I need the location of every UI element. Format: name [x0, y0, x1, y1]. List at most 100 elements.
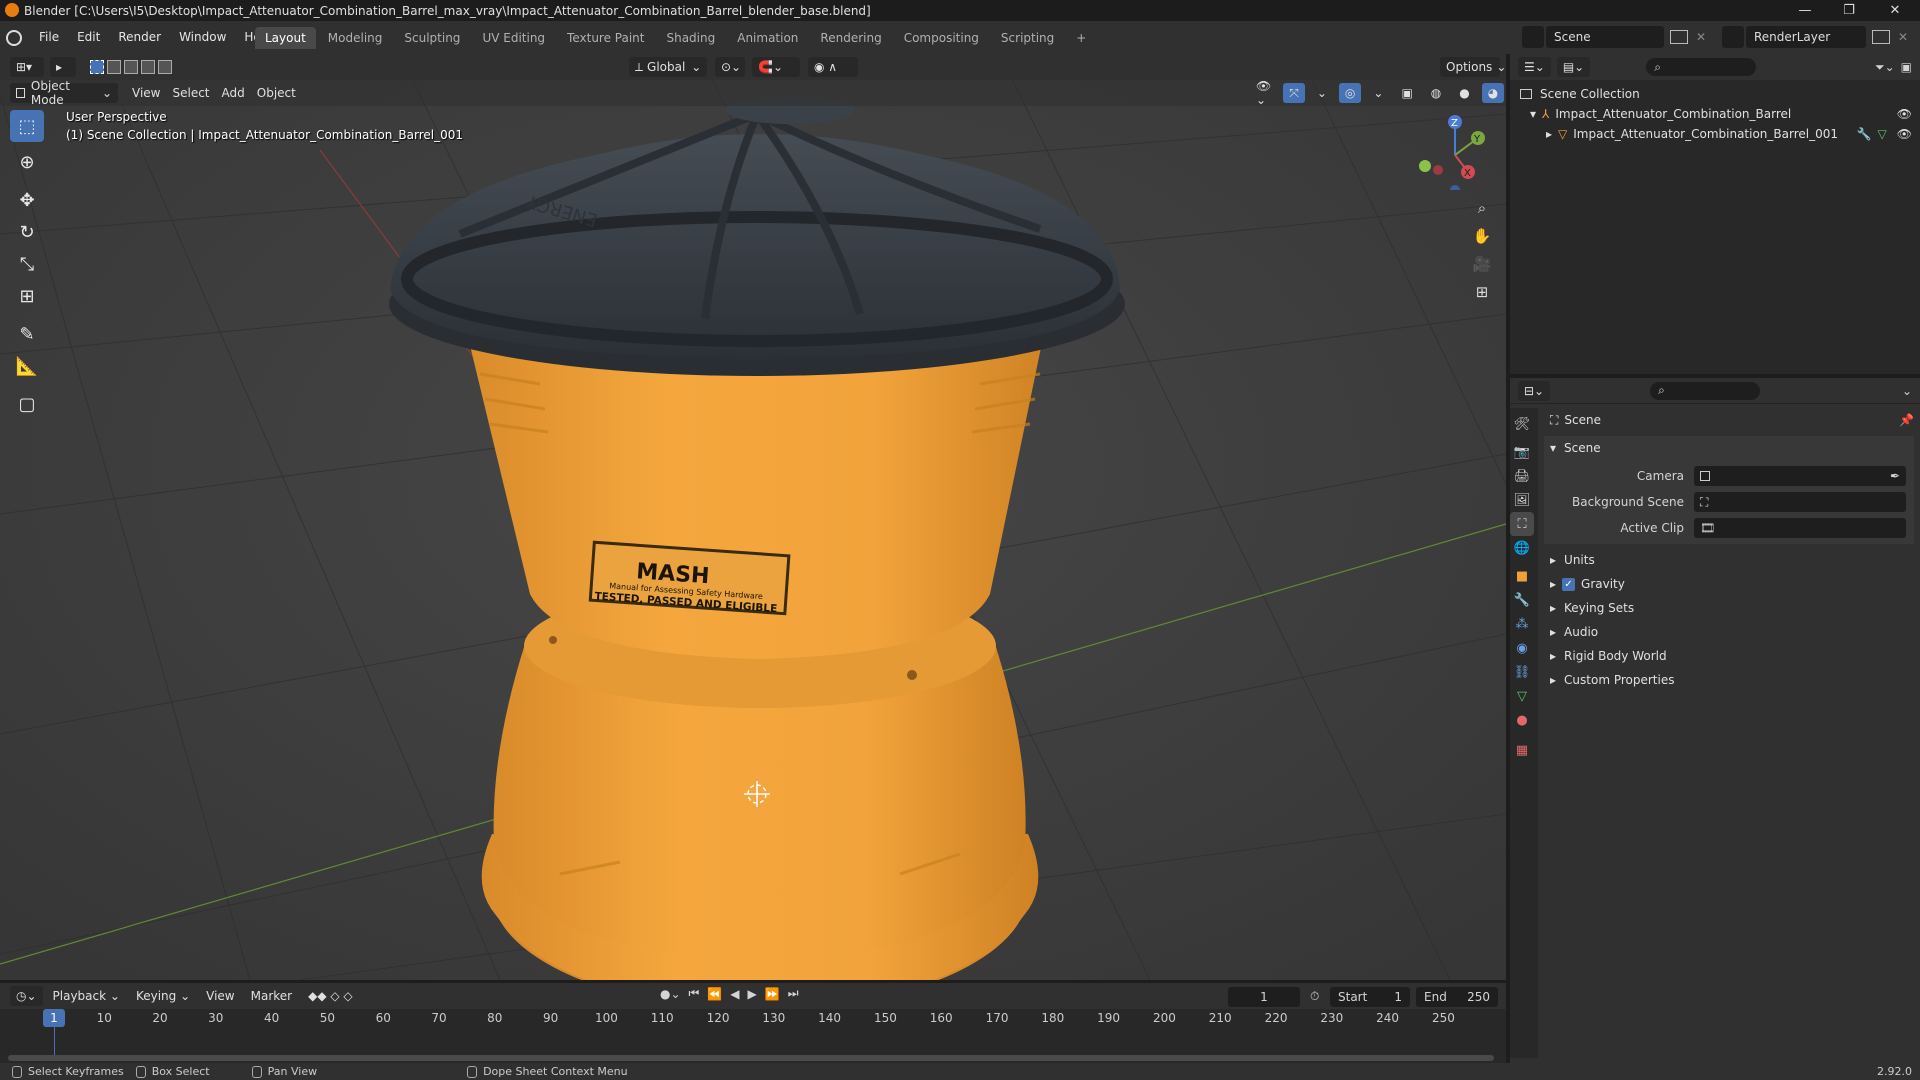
visibility-icon[interactable]: 👁⌄: [1250, 79, 1277, 107]
new-collection-icon[interactable]: ▣: [1901, 60, 1912, 74]
shading-solid-icon[interactable]: ●: [1453, 83, 1475, 103]
blender-menu-icon[interactable]: [6, 29, 22, 46]
end-frame-field[interactable]: End 250: [1416, 987, 1498, 1007]
scene-selector[interactable]: Scene: [1546, 26, 1664, 48]
move-tool-icon[interactable]: ✥: [10, 184, 44, 216]
tab-animation[interactable]: Animation: [727, 27, 808, 49]
tab-layout[interactable]: Layout: [255, 27, 316, 49]
annotate-tool-icon[interactable]: ✎: [10, 318, 44, 350]
menu-edit[interactable]: Edit: [68, 21, 109, 54]
gizmo-dropdown-icon[interactable]: ⌄: [1311, 83, 1333, 103]
overlay-dropdown-icon[interactable]: ⌄: [1367, 83, 1389, 103]
tab-modeling[interactable]: Modeling: [318, 27, 393, 49]
select-intersect-icon[interactable]: [158, 60, 172, 74]
menu-add[interactable]: Add: [216, 83, 251, 103]
menu-window[interactable]: Window: [170, 21, 235, 54]
outliner-editor-icon[interactable]: ☰⌄: [1518, 57, 1551, 77]
gizmo-toggle-icon[interactable]: ⤧: [1283, 83, 1305, 103]
tab-texture-icon[interactable]: ▦: [1510, 738, 1534, 762]
stopwatch-icon[interactable]: ⏱: [1310, 989, 1319, 1004]
next-keyframe-icon[interactable]: ⏩: [765, 987, 780, 1001]
active-clip-field[interactable]: 🎞: [1694, 518, 1906, 538]
camera-field[interactable]: ✒: [1694, 466, 1906, 486]
overlay-toggle-icon[interactable]: ◎: [1338, 83, 1362, 103]
tab-view-layer-icon[interactable]: 🖼: [1510, 488, 1534, 512]
panel-custom-properties[interactable]: ▸ Custom Properties: [1544, 668, 1914, 692]
transform-orientation-dropdown[interactable]: ⟂ Global ⌄: [629, 57, 707, 77]
menu-object[interactable]: Object: [251, 83, 302, 103]
ortho-grid-icon[interactable]: ⊞: [1468, 278, 1496, 306]
add-cube-tool-icon[interactable]: ▢: [10, 388, 44, 420]
options-dropdown[interactable]: Options ⌄: [1440, 57, 1506, 77]
timeline-scrollbar[interactable]: [8, 1055, 1494, 1061]
tab-scripting[interactable]: Scripting: [991, 27, 1064, 49]
outliner-search-input[interactable]: ⌕: [1646, 58, 1757, 76]
close-button[interactable]: ✕: [1872, 0, 1918, 21]
tab-scene-icon[interactable]: ⛶: [1510, 512, 1534, 536]
pivot-point-icon[interactable]: ⊙⌄: [715, 57, 745, 77]
menu-marker[interactable]: Marker: [245, 986, 298, 1006]
prev-keyframe-icon[interactable]: ⏪: [707, 987, 722, 1001]
minimize-button[interactable]: —: [1782, 0, 1828, 21]
camera-view-icon[interactable]: 🎥: [1468, 250, 1496, 278]
transform-tool-icon[interactable]: ⊞: [10, 280, 44, 312]
jump-start-icon[interactable]: ⏮: [689, 986, 700, 1001]
panel-audio[interactable]: ▸ Audio: [1544, 620, 1914, 644]
tab-uv-editing[interactable]: UV Editing: [472, 27, 555, 49]
filter-icon[interactable]: ⏷⌄: [1875, 60, 1895, 75]
eyedropper-icon[interactable]: ✒: [1890, 469, 1900, 483]
add-workspace-button[interactable]: +: [1066, 27, 1096, 49]
mesh-data-icon[interactable]: ▽: [1878, 127, 1887, 141]
cursor-tool-icon[interactable]: ⊕: [10, 146, 44, 178]
tab-compositing[interactable]: Compositing: [894, 27, 989, 49]
rotate-tool-icon[interactable]: ↻: [10, 216, 44, 248]
properties-search-input[interactable]: ⌕: [1650, 381, 1761, 400]
delete-layer-icon[interactable]: ✕: [1898, 30, 1908, 44]
new-layer-icon[interactable]: [1872, 30, 1890, 44]
current-frame-field[interactable]: 1: [1228, 987, 1300, 1007]
tab-constraints-icon[interactable]: ⛓: [1510, 660, 1534, 684]
xray-icon[interactable]: ▣: [1395, 83, 1418, 103]
select-tool-icon[interactable]: ▸: [50, 57, 76, 77]
display-mode-icon[interactable]: ▤⌄: [1556, 57, 1591, 77]
menu-file[interactable]: File: [30, 21, 68, 54]
editor-type-icon[interactable]: ⊞▾: [10, 57, 44, 77]
zoom-icon[interactable]: ⌕: [1468, 194, 1496, 222]
select-subtract-icon[interactable]: [124, 60, 138, 74]
play-reverse-icon[interactable]: ◀: [730, 987, 739, 1001]
render-layer-icon[interactable]: [1722, 26, 1744, 48]
expand-arrow-icon[interactable]: ▸: [1546, 127, 1552, 141]
select-new-icon[interactable]: [90, 60, 104, 74]
play-icon[interactable]: ▶: [748, 987, 757, 1001]
mode-dropdown[interactable]: Object Mode ⌄: [10, 79, 118, 107]
render-layer-selector[interactable]: RenderLayer: [1746, 26, 1866, 48]
navigation-gizmo[interactable]: Z Y X: [1410, 110, 1490, 190]
jump-end-icon[interactable]: ⏭: [788, 986, 799, 1001]
visibility-eye-icon[interactable]: 👁: [1897, 107, 1912, 121]
panel-gravity[interactable]: ▸ ✓ Gravity: [1544, 572, 1914, 596]
menu-keying[interactable]: Keying ⌄: [130, 986, 196, 1006]
menu-render[interactable]: Render: [109, 21, 170, 54]
tab-tool-icon[interactable]: 🛠: [1510, 412, 1534, 436]
select-box-tool-icon[interactable]: ⬚: [10, 110, 44, 142]
tab-data-icon[interactable]: ▽: [1510, 684, 1534, 708]
select-invert-icon[interactable]: [141, 60, 155, 74]
chevron-down-icon[interactable]: ⌄: [1902, 384, 1912, 398]
expand-arrow-icon[interactable]: ▾: [1530, 107, 1536, 121]
tab-physics-icon[interactable]: ◉: [1510, 636, 1534, 660]
new-scene-icon[interactable]: [1670, 30, 1688, 44]
panel-rigid-body-world[interactable]: ▸ Rigid Body World: [1544, 644, 1914, 668]
background-scene-field[interactable]: ⛶: [1694, 492, 1906, 512]
tab-rendering[interactable]: Rendering: [810, 27, 891, 49]
outliner-row-scene-collection[interactable]: Scene Collection: [1518, 84, 1912, 104]
outliner-row-object[interactable]: ▸ ▽ Impact_Attenuator_Combination_Barrel…: [1518, 124, 1912, 144]
menu-view[interactable]: View: [126, 83, 166, 103]
visibility-eye-icon[interactable]: 👁: [1897, 127, 1912, 141]
menu-timeline-view[interactable]: View: [200, 986, 240, 1006]
pan-hand-icon[interactable]: ✋: [1468, 222, 1496, 250]
proportional-edit-icon[interactable]: ◉ ∧: [808, 57, 858, 77]
scale-tool-icon[interactable]: ⤡: [10, 248, 44, 280]
select-extend-icon[interactable]: [107, 60, 121, 74]
modifier-wrench-icon[interactable]: 🔧: [1857, 127, 1872, 141]
panel-units[interactable]: ▸ Units: [1544, 548, 1914, 572]
